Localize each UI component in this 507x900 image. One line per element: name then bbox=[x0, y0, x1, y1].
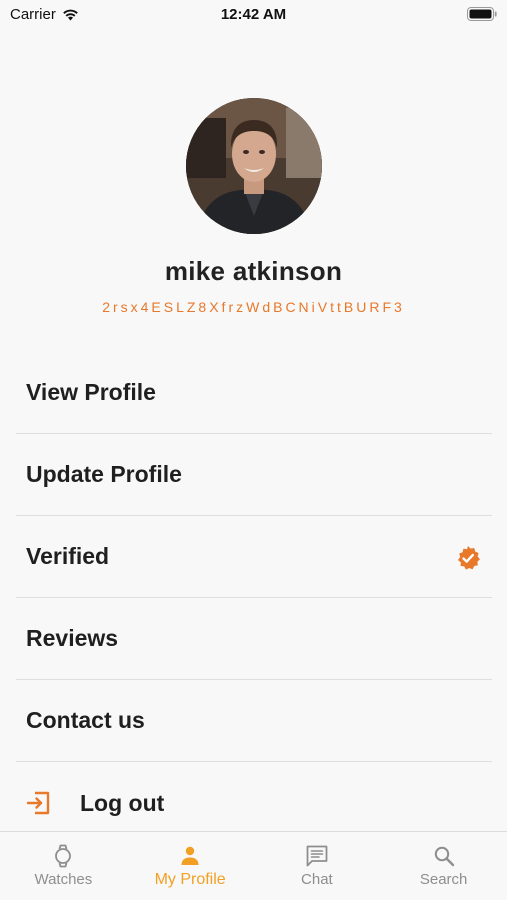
tab-chat[interactable]: Chat bbox=[254, 832, 381, 900]
tab-label: My Profile bbox=[154, 871, 226, 888]
menu-item-update-profile[interactable]: Update Profile bbox=[16, 434, 492, 516]
person-icon bbox=[181, 846, 199, 865]
chat-icon bbox=[306, 845, 328, 867]
tab-bar: Watches My Profile Chat Search bbox=[0, 831, 507, 900]
tab-label: Watches bbox=[34, 871, 93, 888]
tab-search[interactable]: Search bbox=[380, 832, 507, 900]
tab-label: Chat bbox=[301, 871, 333, 888]
watch-icon bbox=[55, 844, 72, 868]
profile-avatar bbox=[186, 98, 322, 234]
verified-badge-icon bbox=[458, 546, 480, 570]
menu-item-label: Verified bbox=[26, 543, 110, 569]
search-icon bbox=[434, 846, 454, 867]
profile-user-id: 2rsx4ESLZ8XfrzWdBCNiVttBURF3 bbox=[102, 299, 405, 315]
menu-item-label: Log out bbox=[80, 789, 165, 816]
menu-item-view-profile[interactable]: View Profile bbox=[16, 352, 492, 434]
tab-label: Search bbox=[419, 871, 468, 888]
profile-screen: Carrier 12:42 AM mike atkinson 2rsx4ESLZ… bbox=[0, 0, 507, 900]
tab-watches[interactable]: Watches bbox=[0, 832, 127, 900]
avatar-photo bbox=[186, 98, 322, 234]
menu-item-label: Update Profile bbox=[26, 461, 182, 487]
menu-item-label: Contact us bbox=[26, 707, 145, 733]
menu-item-reviews[interactable]: Reviews bbox=[16, 598, 492, 680]
logout-icon bbox=[26, 791, 50, 815]
status-bar: Carrier 12:42 AM bbox=[0, 0, 507, 30]
menu-item-verified[interactable]: Verified bbox=[16, 516, 492, 598]
tab-my-profile[interactable]: My Profile bbox=[127, 832, 254, 900]
status-time: 12:42 AM bbox=[220, 6, 287, 23]
menu-item-contact-us[interactable]: Contact us bbox=[16, 680, 492, 762]
menu-item-label: Reviews bbox=[26, 625, 119, 651]
profile-name: mike atkinson bbox=[164, 256, 343, 286]
menu-item-label: View Profile bbox=[26, 379, 156, 405]
battery-icon bbox=[467, 7, 497, 21]
profile-menu: View Profile Update Profile Verified Rev… bbox=[16, 352, 492, 844]
